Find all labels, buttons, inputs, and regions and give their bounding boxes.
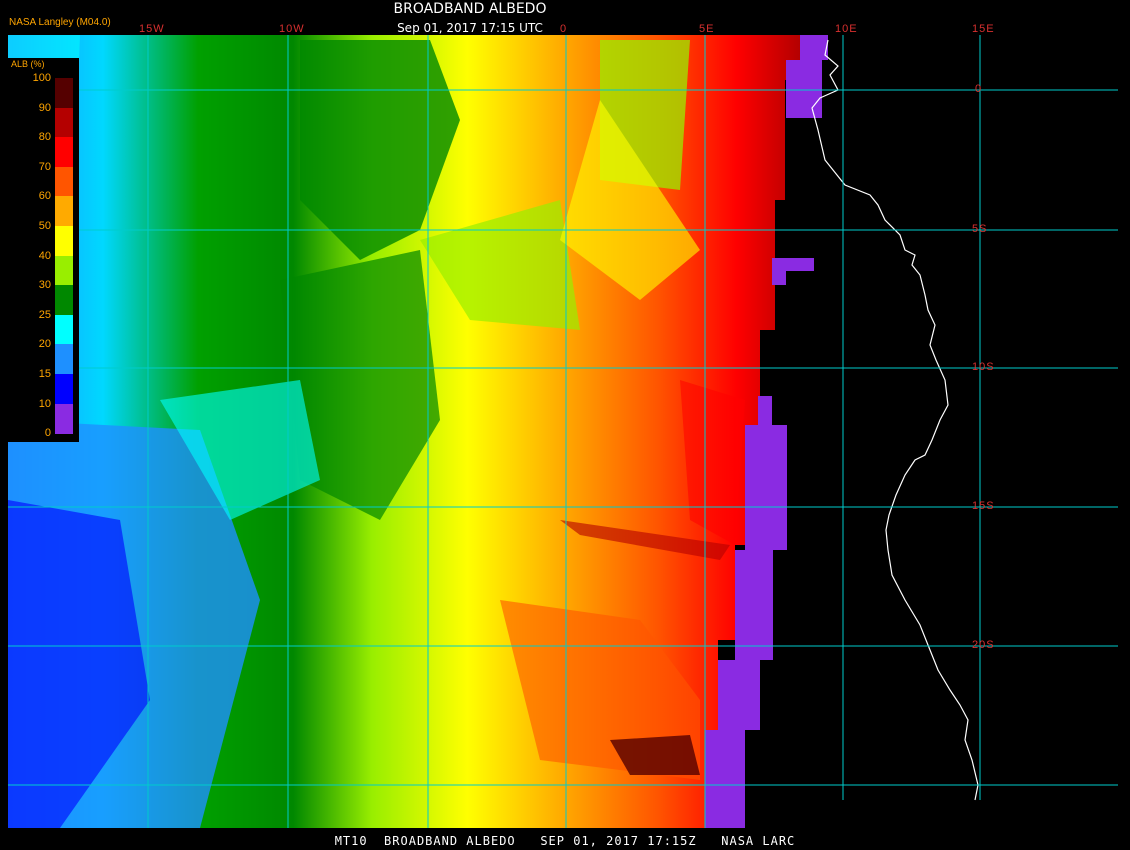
lat-label-0: 0	[975, 83, 983, 95]
legend-swatch	[55, 344, 73, 375]
legend-tick-label: 10	[38, 397, 51, 410]
legend-tick-label: 30	[38, 279, 51, 292]
legend-swatch	[55, 374, 73, 404]
legend-tick-label: 40	[38, 249, 51, 262]
legend-swatch	[55, 255, 73, 286]
legend-tick-label: 20	[38, 338, 51, 351]
albedo-field	[8, 35, 800, 828]
lat-label-5s: 5S	[972, 223, 988, 235]
legend-tick-label: 15	[38, 368, 51, 380]
legend-swatch	[55, 107, 73, 138]
albedo-map	[8, 35, 1118, 828]
legend-tick-label: 100	[32, 72, 51, 84]
legend-swatch	[55, 78, 73, 108]
legend-title: ALB (%)	[11, 59, 45, 69]
legend-swatch	[55, 166, 73, 197]
credit-label: NASA Langley (M04.0)	[9, 17, 111, 28]
legend-tick-label: 60	[38, 190, 51, 203]
legend-tick-label: 70	[38, 160, 51, 173]
footer-caption: MT10 BROADBAND ALBEDO SEP 01, 2017 17:15…	[334, 834, 796, 848]
legend-tick-label: 90	[38, 101, 51, 114]
legend-swatch	[55, 137, 73, 168]
map-title: BROADBAND ALBEDO	[393, 1, 547, 17]
legend-swatch	[55, 226, 73, 256]
lon-label-15e: 15E	[972, 23, 995, 35]
legend-tick-label: 50	[38, 220, 51, 232]
lat-label-10s: 10S	[972, 361, 995, 373]
legend-tick-label: 80	[38, 131, 51, 144]
legend-swatch	[55, 314, 73, 345]
legend-swatch	[55, 403, 73, 434]
legend-tick-label: 25	[38, 308, 51, 321]
legend-swatch	[55, 285, 73, 316]
lat-label-20s: 20S	[972, 639, 995, 651]
lat-label-15s: 15S	[972, 500, 995, 512]
coastline	[811, 39, 979, 801]
legend-tick-label: 0	[44, 427, 51, 440]
legend-swatch	[55, 196, 73, 227]
map-timestamp: Sep 01, 2017 17:15 UTC	[397, 21, 543, 35]
